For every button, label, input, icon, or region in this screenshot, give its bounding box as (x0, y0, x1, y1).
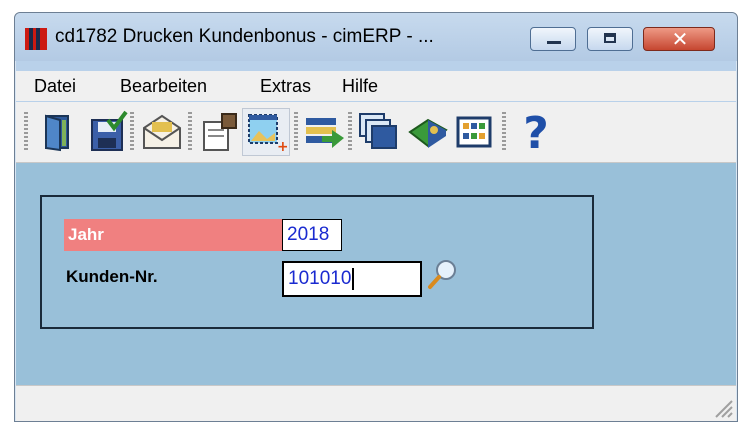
export-list-icon[interactable] (302, 110, 346, 154)
minimize-icon (547, 41, 561, 44)
window-title: cd1782 Drucken Kundenbonus - cimERP - ..… (55, 26, 434, 47)
parameter-group: Jahr 2018 Kunden-Nr. 101010 (40, 195, 594, 329)
menu-bar: Datei Bearbeiten Extras Hilfe (16, 71, 736, 101)
title-bar[interactable]: cd1782 Drucken Kundenbonus - cimERP - ..… (15, 13, 737, 61)
search-icon[interactable] (426, 257, 460, 291)
toolbar-separator (130, 112, 134, 152)
jahr-label: Jahr (64, 219, 282, 251)
toolbar-separator (188, 112, 192, 152)
calendar-grid-icon[interactable] (452, 110, 496, 154)
menu-datei[interactable]: Datei (34, 76, 76, 97)
maximize-button[interactable] (587, 27, 633, 51)
exit-door-icon[interactable] (38, 110, 82, 154)
kunden-nr-value: 101010 (288, 268, 352, 289)
app-logo-icon (25, 28, 47, 50)
menu-hilfe[interactable]: Hilfe (342, 76, 378, 97)
app-window: cd1782 Drucken Kundenbonus - cimERP - ..… (14, 12, 738, 422)
svg-text:?: ? (523, 110, 549, 154)
maximize-icon (604, 33, 616, 43)
book-icon[interactable] (406, 110, 450, 154)
kunden-nr-label: Kunden-Nr. (66, 267, 158, 286)
email-icon[interactable] (140, 110, 184, 154)
status-bar (16, 385, 736, 421)
kunden-nr-input[interactable]: 101010 (282, 261, 422, 297)
toolbar-separator (294, 112, 298, 152)
menu-bearbeiten[interactable]: Bearbeiten (120, 76, 207, 97)
help-icon[interactable]: ? (514, 108, 558, 159)
resize-grip-icon[interactable] (710, 395, 734, 419)
toolbar-grip[interactable] (24, 112, 28, 152)
print-preview-icon[interactable] (198, 110, 242, 154)
toolbar-separator (348, 112, 352, 152)
close-button[interactable]: ✕ (643, 27, 715, 51)
toolbar-separator (502, 112, 506, 152)
minimize-button[interactable] (530, 27, 576, 51)
toolbar: + ? (16, 102, 736, 163)
form-area: Jahr 2018 Kunden-Nr. 101010 (16, 163, 736, 385)
text-caret (352, 267, 355, 290)
new-window-icon[interactable]: + (242, 108, 290, 156)
close-icon: ✕ (671, 27, 689, 51)
save-icon[interactable] (86, 110, 130, 154)
jahr-input[interactable]: 2018 (282, 219, 342, 251)
svg-text:+: + (277, 139, 287, 153)
windows-icon[interactable] (356, 110, 400, 154)
menu-extras[interactable]: Extras (260, 76, 311, 97)
